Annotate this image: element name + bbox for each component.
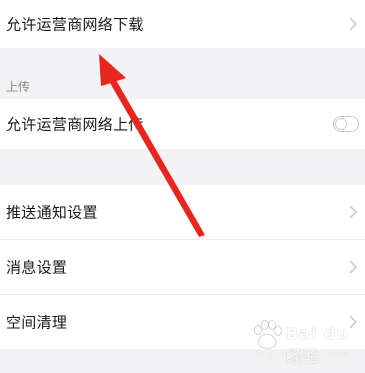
red-arrow-icon (99, 54, 205, 237)
